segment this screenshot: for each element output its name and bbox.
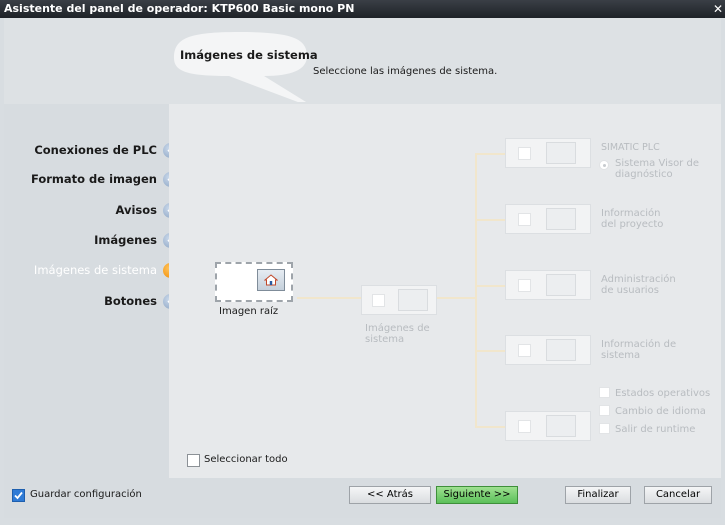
step-label: Botones (104, 294, 157, 308)
system-settings-checkbox[interactable] (518, 420, 531, 433)
system-settings-icon (546, 415, 576, 437)
diagnostics-icon (546, 142, 576, 164)
simatic-plc-node (505, 138, 591, 168)
step-buttons[interactable]: Botones (104, 291, 178, 311)
system-info-icon (546, 339, 576, 361)
connector-line (437, 297, 477, 299)
system-info-node (505, 335, 591, 365)
step-screen-format[interactable]: Formato de imagen (31, 169, 178, 189)
diagnostics-viewer-radio[interactable] (599, 160, 609, 170)
close-icon[interactable]: ✕ (711, 0, 725, 18)
step-system-screens[interactable]: Imágenes de sistema (34, 260, 178, 280)
user-admin-label: Administración de usuarios (601, 274, 676, 296)
step-list: Conexiones de PLC Formato de imagen Avis… (4, 104, 184, 478)
wizard-footer: Guardar configuración << Atrás Siguiente… (4, 478, 721, 518)
system-screens-node (361, 285, 437, 315)
project-info-checkbox[interactable] (518, 213, 531, 226)
back-button[interactable]: << Atrás (349, 486, 431, 504)
connector-line (475, 153, 505, 155)
step-label: Imágenes de sistema (33, 263, 157, 277)
connector-line (475, 285, 505, 287)
connector-line (475, 219, 505, 221)
select-all-checkbox[interactable] (187, 454, 200, 467)
cancel-button[interactable]: Cancelar (644, 486, 712, 504)
title-bubble (174, 32, 307, 102)
home-icon (257, 269, 285, 291)
project-info-label: Información del proyecto (601, 208, 664, 230)
user-admin-icon (546, 274, 576, 296)
save-config-checkbox[interactable] (12, 489, 25, 502)
step-label: Imágenes (94, 233, 157, 247)
connector-line (475, 153, 477, 428)
wizard-frame: Imágenes de sistema Seleccione las imáge… (4, 18, 721, 518)
simatic-plc-checkbox[interactable] (518, 147, 531, 160)
page-subtitle: Seleccione las imágenes de sistema. (313, 66, 498, 77)
operating-modes-checkbox[interactable] (599, 387, 610, 398)
connector-line (475, 426, 505, 428)
finish-button[interactable]: Finalizar (565, 486, 631, 504)
step-label: Formato de imagen (30, 172, 157, 186)
language-change-checkbox[interactable] (599, 405, 610, 416)
select-all-label: Seleccionar todo (204, 454, 288, 465)
system-screens-checkbox[interactable] (372, 294, 385, 307)
system-screens-label: Imágenes de sistema (365, 323, 430, 345)
root-screen-label: Imagen raíz (219, 306, 279, 317)
operating-modes-label: Estados operativos (615, 388, 711, 399)
project-info-node (505, 204, 591, 234)
connector-line (475, 350, 505, 352)
window-titlebar: Asistente del panel de operador: KTP600 … (0, 0, 725, 18)
step-plc-connections[interactable]: Conexiones de PLC (34, 140, 178, 160)
window-title: Asistente del panel de operador: KTP600 … (4, 2, 355, 15)
user-admin-checkbox[interactable] (518, 279, 531, 292)
step-label: Conexiones de PLC (34, 143, 157, 157)
simatic-plc-label: SIMATIC PLC (601, 142, 660, 153)
save-config-label: Guardar configuración (30, 489, 142, 500)
diagnostics-viewer-label: Sistema Visor de diagnóstico (615, 158, 699, 180)
step-screens[interactable]: Imágenes (94, 230, 178, 250)
user-admin-node (505, 270, 591, 300)
project-info-icon (546, 208, 576, 230)
radio-dot (602, 163, 606, 167)
checkmark-icon (14, 491, 23, 500)
wizard-header: Imágenes de sistema Seleccione las imáge… (4, 18, 721, 104)
system-settings-node (505, 411, 591, 441)
language-change-label: Cambio de idioma (615, 406, 706, 417)
exit-runtime-checkbox[interactable] (599, 423, 610, 434)
next-button[interactable]: Siguiente >> (436, 486, 518, 504)
step-label: Avisos (115, 203, 157, 217)
root-screen-node[interactable] (215, 262, 293, 302)
system-info-checkbox[interactable] (518, 344, 531, 357)
page-title: Imágenes de sistema (180, 48, 318, 62)
system-info-label: Información de sistema (601, 339, 677, 361)
screen-icon (398, 289, 428, 311)
connector-line (297, 297, 361, 299)
exit-runtime-label: Salir de runtime (615, 424, 696, 435)
